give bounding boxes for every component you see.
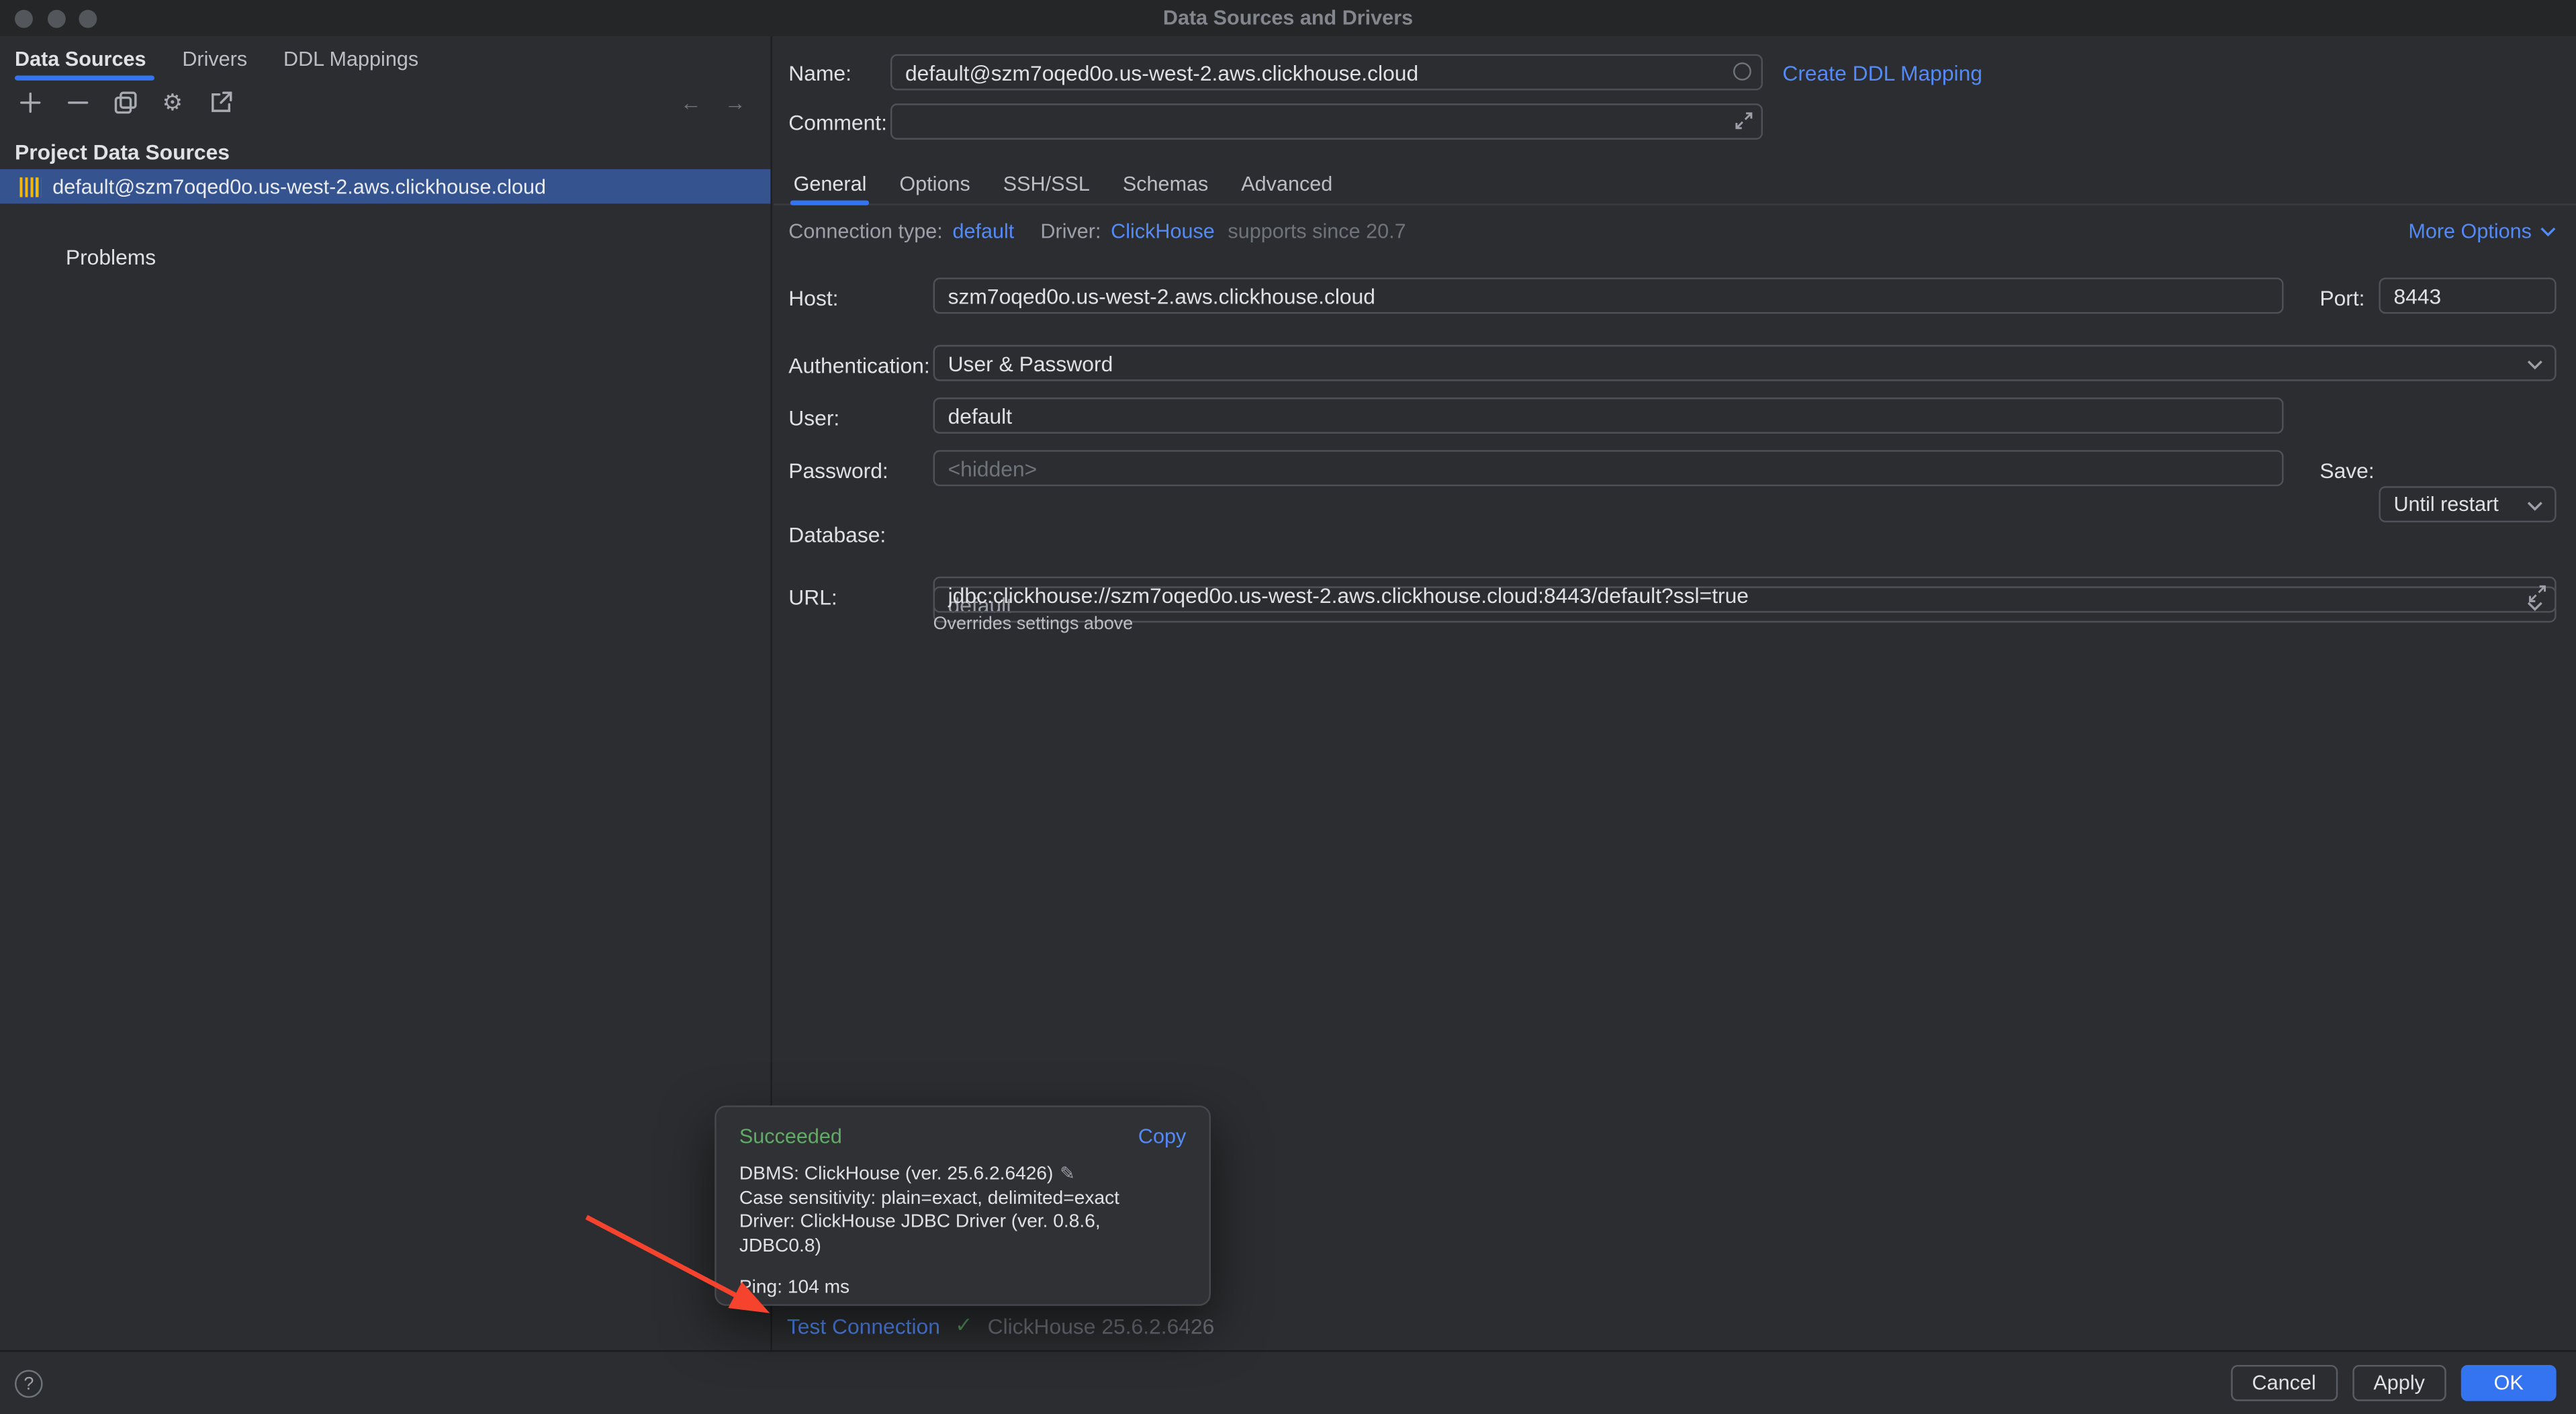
port-label: Port: (2319, 286, 2364, 311)
driver-line: Driver: ClickHouse JDBC Driver (ver. 0.8… (739, 1211, 1186, 1258)
driver-value-link[interactable]: ClickHouse (1111, 220, 1215, 243)
chevron-down-icon (2527, 501, 2543, 511)
tab-data-sources[interactable]: Data Sources (15, 36, 164, 81)
user-input[interactable] (933, 397, 2284, 434)
connection-type-row: Connection type: default Driver: ClickHo… (788, 220, 1406, 243)
help-icon[interactable]: ? (15, 1370, 43, 1398)
connection-type-label: Connection type: (788, 220, 943, 243)
test-connection-row: Test Connection ✓ ClickHouse 25.6.2.6426 (787, 1313, 1214, 1339)
driver-label: Driver: (1040, 220, 1101, 243)
data-sources-dialog: Data Sources and Drivers Data Sources Dr… (0, 0, 2576, 1414)
chevron-down-icon (2540, 227, 2556, 237)
dialog-footer: ? Cancel Apply OK (0, 1350, 2576, 1414)
remove-icon[interactable] (64, 89, 90, 115)
config-tabs: General Options SSH/SSL Schemas Advanced (774, 164, 2576, 205)
copy-link[interactable]: Copy (1138, 1125, 1186, 1148)
tab-options[interactable]: Options (883, 164, 986, 204)
connection-result-text: ClickHouse 25.6.2.6426 (988, 1313, 1215, 1338)
tab-general[interactable]: General (777, 164, 883, 204)
ok-button[interactable]: OK (2461, 1365, 2557, 1401)
popup-body: DBMS: ClickHouse (ver. 25.6.2.6426) ✎ Cas… (739, 1163, 1186, 1300)
color-picker-icon[interactable] (1733, 62, 1751, 81)
popup-header: Succeeded Copy (739, 1125, 1186, 1148)
chevron-down-icon (2527, 360, 2543, 370)
password-label: Password: (788, 459, 888, 483)
expand-icon[interactable] (1735, 111, 1753, 130)
name-label: Name: (788, 61, 852, 86)
user-label: User: (788, 406, 839, 430)
dbms-line: DBMS: ClickHouse (ver. 25.6.2.6426) ✎ (739, 1163, 1186, 1186)
test-connection-popup: Succeeded Copy DBMS: ClickHouse (ver. 25… (715, 1105, 1211, 1305)
name-input[interactable] (890, 54, 1763, 91)
url-note: Overrides settings above (933, 614, 1134, 634)
connection-type-value-link[interactable]: default (952, 220, 1014, 243)
tab-ssh-ssl[interactable]: SSH/SSL (986, 164, 1106, 204)
open-in-editor-icon[interactable] (207, 89, 233, 115)
url-field (933, 577, 2557, 613)
zoom-button[interactable] (79, 10, 97, 28)
save-value: Until restart (2393, 493, 2498, 516)
password-field (933, 450, 2284, 486)
footer-buttons: Cancel Apply OK (2231, 1365, 2557, 1401)
tab-drivers[interactable]: Drivers (164, 36, 265, 81)
cancel-button[interactable]: Cancel (2231, 1365, 2338, 1401)
create-ddl-mapping-link[interactable]: Create DDL Mapping (1782, 61, 1982, 86)
traffic-lights (15, 10, 97, 28)
driver-support-note: supports since 20.7 (1228, 220, 1406, 243)
pencil-icon[interactable]: ✎ (1060, 1165, 1075, 1184)
window-titlebar: Data Sources and Drivers (0, 0, 2576, 36)
dbms-text: DBMS: ClickHouse (ver. 25.6.2.6426) (739, 1165, 1054, 1184)
sidebar: Data Sources Drivers DDL Mappings ⚙ ← → (0, 36, 772, 1350)
history-nav: ← → (680, 81, 746, 124)
authentication-dropdown[interactable]: User & Password (933, 345, 2557, 381)
database-label: Database: (788, 522, 886, 547)
project-data-sources-heading: Project Data Sources (15, 140, 230, 164)
gear-icon[interactable]: ⚙ (159, 89, 185, 115)
minimize-button[interactable] (47, 10, 65, 28)
tab-ddl-mappings[interactable]: DDL Mappings (265, 36, 436, 81)
back-icon[interactable]: ← (680, 89, 702, 114)
datasource-list-item[interactable]: default@szm7oqed0o.us-west-2.aws.clickho… (0, 169, 770, 203)
url-input[interactable] (933, 577, 2557, 613)
url-label: URL: (788, 585, 837, 610)
check-icon: ✓ (955, 1313, 973, 1339)
problems-node[interactable]: Problems (66, 245, 156, 270)
authentication-value: User & Password (948, 350, 1113, 375)
port-field (2379, 277, 2556, 314)
authentication-label: Authentication: (788, 353, 929, 378)
save-dropdown[interactable]: Until restart (2379, 486, 2556, 522)
port-input[interactable] (2379, 277, 2556, 314)
clickhouse-icon (19, 177, 41, 196)
host-input[interactable] (933, 277, 2284, 314)
apply-button[interactable]: Apply (2352, 1365, 2446, 1401)
comment-field (890, 103, 1763, 140)
password-input[interactable] (933, 450, 2284, 486)
save-label: Save: (2319, 459, 2374, 483)
comment-label: Comment: (788, 110, 887, 135)
sidebar-tabs: Data Sources Drivers DDL Mappings (0, 36, 770, 81)
ping-line: Ping: 104 ms (739, 1276, 1186, 1300)
name-field (890, 54, 1763, 91)
test-connection-link[interactable]: Test Connection (787, 1313, 940, 1338)
close-button[interactable] (15, 10, 33, 28)
case-sensitivity-line: Case sensitivity: plain=exact, delimited… (739, 1187, 1186, 1211)
tab-advanced[interactable]: Advanced (1225, 164, 1349, 204)
comment-input[interactable] (890, 103, 1763, 140)
forward-icon[interactable]: → (725, 89, 746, 114)
window-title: Data Sources and Drivers (1163, 7, 1413, 30)
add-icon[interactable] (16, 89, 42, 115)
tab-schemas[interactable]: Schemas (1106, 164, 1224, 204)
expand-icon[interactable] (2528, 585, 2546, 603)
status-text: Succeeded (739, 1125, 842, 1148)
duplicate-icon[interactable] (111, 89, 138, 115)
sidebar-toolbar: ⚙ ← → (0, 81, 769, 124)
user-field (933, 397, 2284, 434)
more-options-link[interactable]: More Options (2408, 220, 2556, 243)
host-field (933, 277, 2284, 314)
datasource-name: default@szm7oqed0o.us-west-2.aws.clickho… (52, 175, 546, 198)
host-label: Host: (788, 286, 838, 311)
